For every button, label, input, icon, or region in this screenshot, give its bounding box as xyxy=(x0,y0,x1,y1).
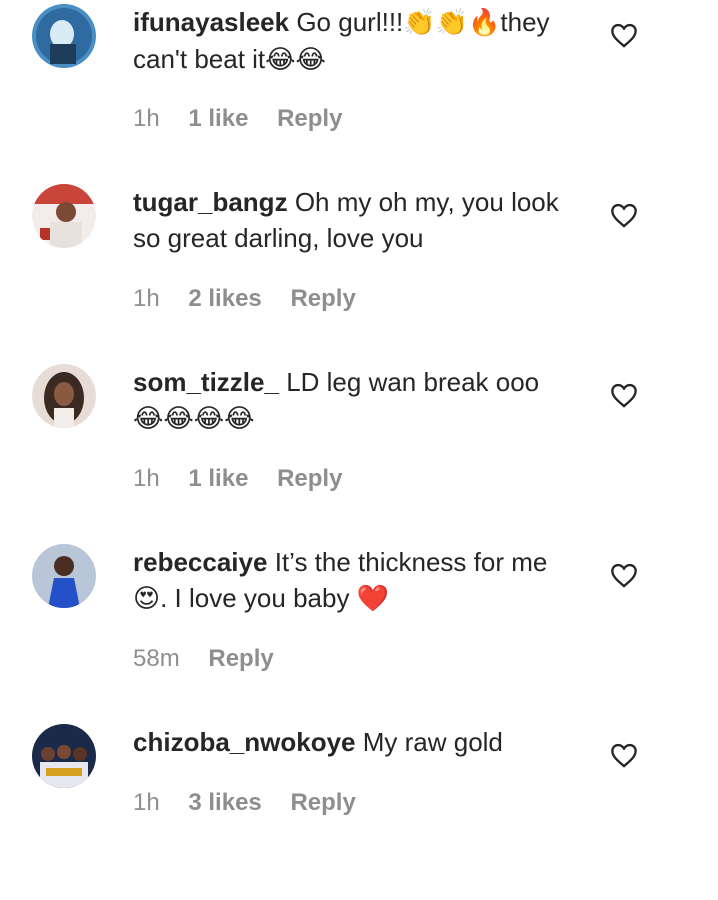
like-button[interactable] xyxy=(610,382,638,408)
comment-meta: 1h 1 like Reply xyxy=(133,104,364,134)
username[interactable]: tugar_bangz xyxy=(133,187,288,217)
comment-text: tugar_bangz Oh my oh my, you look so gre… xyxy=(133,184,593,256)
avatar[interactable] xyxy=(32,544,96,608)
comment-text: som_tizzle_ LD leg wan break ooo 😂😂😂😂 xyxy=(133,364,593,437)
comment-meta: 1h 1 like Reply xyxy=(133,464,364,494)
timestamp: 58m xyxy=(133,645,180,672)
emoji: 😂😂 xyxy=(265,45,326,75)
username[interactable]: som_tizzle_ xyxy=(133,367,279,397)
timestamp: 1h xyxy=(133,105,160,132)
timestamp: 1h xyxy=(133,465,160,492)
comment-item: rebeccaiye It’s the thickness for me 😍. … xyxy=(0,540,718,720)
comment-item: ifunayasleek Go gurl!!!👏👏🔥they can't bea… xyxy=(0,0,718,180)
reply-button[interactable]: Reply xyxy=(208,645,273,672)
comment-body: LD leg wan break ooo xyxy=(286,367,540,397)
reply-button[interactable]: Reply xyxy=(290,285,355,312)
reply-button[interactable]: Reply xyxy=(277,105,342,132)
avatar[interactable] xyxy=(32,4,96,68)
heart-outline-icon xyxy=(611,743,637,768)
comment-text: chizoba_nwokoye My raw gold xyxy=(133,724,593,760)
like-button[interactable] xyxy=(610,742,638,768)
reply-button[interactable]: Reply xyxy=(290,789,355,816)
comment-meta: 1h 3 likes Reply xyxy=(133,788,378,818)
username[interactable]: ifunayasleek xyxy=(133,7,289,37)
username[interactable]: rebeccaiye xyxy=(133,547,267,577)
reply-button[interactable]: Reply xyxy=(277,465,342,492)
heart-outline-icon xyxy=(611,203,637,228)
heart-outline-icon xyxy=(611,563,637,588)
comment-text: ifunayasleek Go gurl!!!👏👏🔥they can't bea… xyxy=(133,4,593,78)
comment-body: Go gurl!!! xyxy=(296,7,404,37)
likes-count[interactable]: 1 like xyxy=(188,465,248,492)
emoji: 👏👏🔥 xyxy=(403,8,501,38)
like-button[interactable] xyxy=(610,562,638,588)
comment-meta: 58m Reply xyxy=(133,644,296,674)
heart-outline-icon xyxy=(611,23,637,48)
emoji: 😂😂😂😂 xyxy=(133,404,255,434)
emoji: 😍 xyxy=(133,584,161,614)
comment-item: chizoba_nwokoye My raw gold 1h 3 likes R… xyxy=(0,720,718,900)
username[interactable]: chizoba_nwokoye xyxy=(133,727,356,757)
timestamp: 1h xyxy=(133,285,160,312)
likes-count[interactable]: 2 likes xyxy=(188,285,261,312)
comment-body: My raw gold xyxy=(362,727,503,757)
avatar[interactable] xyxy=(32,184,96,248)
avatar[interactable] xyxy=(32,724,96,788)
heart-outline-icon xyxy=(611,383,637,408)
emoji: ❤️ xyxy=(356,584,390,614)
comment-item: tugar_bangz Oh my oh my, you look so gre… xyxy=(0,180,718,360)
like-button[interactable] xyxy=(610,202,638,228)
comment-item: som_tizzle_ LD leg wan break ooo 😂😂😂😂 1h… xyxy=(0,360,718,540)
timestamp: 1h xyxy=(133,789,160,816)
likes-count[interactable]: 3 likes xyxy=(188,789,261,816)
comment-text: rebeccaiye It’s the thickness for me 😍. … xyxy=(133,544,593,617)
comment-body: It’s the thickness for me xyxy=(274,547,548,577)
likes-count[interactable]: 1 like xyxy=(188,105,248,132)
avatar[interactable] xyxy=(32,364,96,428)
comment-meta: 1h 2 likes Reply xyxy=(133,284,378,314)
like-button[interactable] xyxy=(610,22,638,48)
comment-body: . I love you baby xyxy=(160,583,350,613)
